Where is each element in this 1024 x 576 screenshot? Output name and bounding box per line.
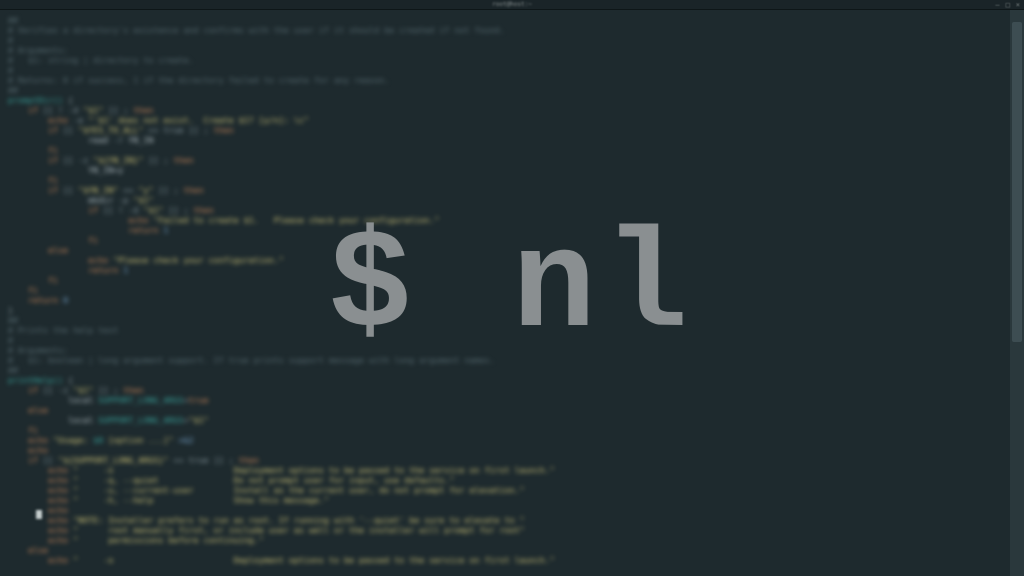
code-line: echo " root manually first, or include u… [8,526,1000,536]
code-line: fi [8,276,1000,286]
code-line: # Arguments: [8,46,1000,56]
code-line: # $1: boolean | long argument support. I… [8,356,1000,366]
code-line: else [8,246,1000,256]
code-line: # [8,66,1000,76]
code-line: local SUPPORT_LONG_ARGS=true [8,396,1000,406]
code-line: echo [8,506,1000,516]
code-line: echo " -h, --help Show this message." [8,496,1000,506]
code-line: ## [8,316,1000,326]
window-titlebar: root@host:~ – □ × [0,0,1024,10]
code-line: # [8,36,1000,46]
code-line: local SUPPORT_LONG_ARGS="$1" [8,416,1000,426]
code-line: else [8,546,1000,556]
code-line: if [[ "${SUPPORT_LONG_ARGS}" == true ]] … [8,456,1000,466]
code-line: fi [8,426,1000,436]
code-line: echo "Failed to create $1. Please check … [8,216,1000,226]
minimize-icon[interactable]: – [995,1,999,9]
code-line: printHelp() { [8,376,1000,386]
code-line: if [[ -z "$1" ]] ; then [8,386,1000,396]
code-line: promptDir() { [8,96,1000,106]
code-line: # $1: string | directory to create. [8,56,1000,66]
code-line: return 1 [8,266,1000,276]
code-line: # [8,336,1000,346]
code-line: if [[ ! -d "$1" ]] ; then [8,206,1000,216]
code-line: read -r YN_IN [8,136,1000,146]
code-line: fi [8,286,1000,296]
code-line: # Verifies a directory's existence and c… [8,26,1000,36]
code-line: echo " -u, --current-user Install as the… [8,486,1000,496]
code-line: return 0 [8,296,1000,306]
code-line: if [[ ! -d "$1" ]] ; then [8,106,1000,116]
code-line: fi [8,236,1000,246]
code-line: } [8,306,1000,316]
code-line: if [[ "$YN_IN" == "y" ]] ; then [8,186,1000,196]
code-line: echo " -q, --quiet Do not prompt user fo… [8,476,1000,486]
code-editor[interactable]: ### Verifies a directory's existence and… [0,10,1008,576]
code-line: if [[ "$YES_TO_ALL" == true ]] ; then [8,126,1000,136]
code-line: ## [8,366,1000,376]
code-line: ## [8,86,1000,96]
code-line: echo " permissions before continuing." [8,536,1000,546]
code-line: fi [8,176,1000,186]
code-line: echo "NOTE: Installer prefers to run as … [8,516,1000,526]
maximize-icon[interactable]: □ [1006,1,1010,9]
text-cursor [36,510,42,519]
code-line: YN_IN=y [8,166,1000,176]
code-line: if [[ -z "${YN_IN}" ]] ; then [8,156,1000,166]
window-title: root@host:~ [492,1,532,8]
scrollbar-track[interactable] [1010,10,1024,576]
code-line: mkdir -p "$1" [8,196,1000,206]
code-line: echo " -o Deployment options to be passe… [8,556,1000,566]
code-line: else [8,406,1000,416]
code-line: echo "Usage: $0 [option ...]" >&2 [8,436,1000,446]
code-line: return 1 [8,226,1000,236]
code-line: # Returns: 0 if success, 1 if the direct… [8,76,1000,86]
scrollbar-thumb[interactable] [1012,22,1022,342]
code-line: fi [8,146,1000,156]
window-controls: – □ × [995,1,1020,9]
code-line: echo [8,446,1000,456]
code-line: ## [8,16,1000,26]
code-line: # Arguments: [8,346,1000,356]
close-icon[interactable]: × [1016,1,1020,9]
code-line: echo "Please check your configuration." [8,256,1000,266]
code-line: echo -e "'$1' does not exist. Create $1?… [8,116,1000,126]
code-line: # Prints the help text [8,326,1000,336]
code-line: echo " -o Deployment options to be passe… [8,466,1000,476]
